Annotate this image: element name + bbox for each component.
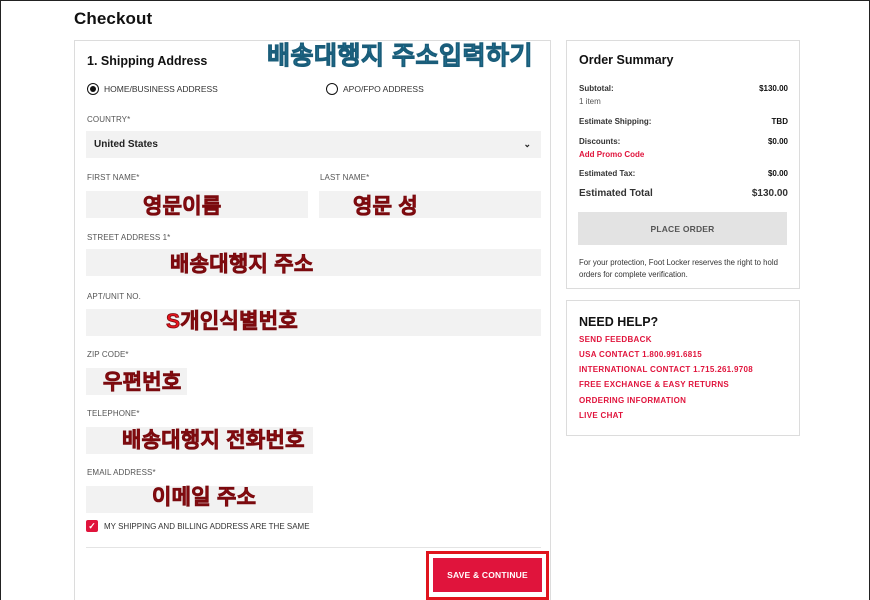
- estimated-total-row: Estimated Total $130.00: [579, 188, 788, 199]
- tax-value: $0.00: [767, 169, 788, 178]
- tax-row: Estimated Tax: $0.00: [579, 169, 788, 178]
- estimated-total-label: Estimated Total: [579, 188, 653, 199]
- subtotal-row: Subtotal: $130.00: [579, 84, 788, 93]
- discounts-row: Discounts: $0.00: [579, 137, 788, 146]
- email-label: EMAIL ADDRESS*: [87, 468, 156, 477]
- country-value: United States: [94, 139, 158, 150]
- street-address-annotation: 배송대행지 주소: [170, 253, 314, 277]
- discounts-value: $0.00: [767, 137, 788, 146]
- apt-unit-label: APT/UNIT NO.: [87, 292, 141, 301]
- order-summary-panel: [566, 40, 800, 289]
- zip-code-annotation: 우편번호: [103, 371, 182, 395]
- free-exchange-returns-link[interactable]: FREE EXCHANGE & EASY RETURNS: [579, 380, 729, 389]
- estimated-total-value: $130.00: [751, 188, 788, 199]
- page-title: Checkout: [74, 9, 153, 28]
- send-feedback-link[interactable]: SEND FEEDBACK: [579, 335, 652, 344]
- country-label: COUNTRY*: [87, 115, 131, 124]
- apt-unit-input[interactable]: [86, 309, 541, 336]
- place-order-button[interactable]: PLACE ORDER: [578, 212, 787, 245]
- overlay-instruction-title: 배송대행지 주소입력하기: [267, 42, 533, 71]
- international-contact-link[interactable]: INTERNATIONAL CONTACT 1.715.261.9708: [579, 365, 753, 374]
- first-name-label: FIRST NAME*: [87, 173, 140, 182]
- checkmark-icon[interactable]: ✓: [86, 520, 98, 532]
- shipping-section-title: 1. Shipping Address: [87, 54, 208, 68]
- radio-home-business[interactable]: HOME/BUSINESS ADDRESS: [87, 83, 218, 95]
- need-help-title: NEED HELP?: [579, 315, 659, 329]
- same-billing-label: MY SHIPPING AND BILLING ADDRESS ARE THE …: [104, 521, 310, 531]
- radio-apo-fpo-label: APO/FPO ADDRESS: [343, 84, 424, 94]
- add-promo-code-link[interactable]: Add Promo Code: [579, 150, 644, 159]
- first-name-annotation: 영문이름: [143, 195, 222, 219]
- last-name-label: LAST NAME*: [320, 173, 370, 182]
- shipping-estimate-value: TBD: [771, 117, 788, 126]
- same-billing-checkbox-row[interactable]: ✓ MY SHIPPING AND BILLING ADDRESS ARE TH…: [86, 520, 310, 532]
- telephone-annotation: 배송대행지 전화번호: [122, 429, 305, 453]
- ordering-information-link[interactable]: ORDERING INFORMATION: [579, 396, 686, 405]
- chevron-down-icon: ⌄: [523, 139, 531, 149]
- country-select[interactable]: United States ⌄: [86, 131, 541, 158]
- save-continue-button[interactable]: SAVE & CONTINUE: [433, 558, 542, 592]
- divider: [86, 547, 541, 548]
- last-name-annotation: 영문 성: [353, 195, 418, 219]
- radio-apo-fpo[interactable]: APO/FPO ADDRESS: [326, 83, 424, 95]
- apt-unit-annotation: S개인식별번호: [166, 310, 299, 334]
- zip-code-label: ZIP CODE*: [87, 350, 129, 359]
- telephone-label: TELEPHONE*: [87, 409, 140, 418]
- live-chat-link[interactable]: LIVE CHAT: [579, 411, 623, 420]
- shipping-estimate-row: Estimate Shipping: TBD: [579, 117, 788, 126]
- radio-unselected-icon: [326, 83, 338, 95]
- usa-contact-link[interactable]: USA CONTACT 1.800.991.6815: [579, 350, 702, 359]
- order-summary-title: Order Summary: [579, 53, 674, 67]
- verification-notice: For your protection, Foot Locker reserve…: [579, 258, 778, 279]
- email-annotation: 이메일 주소: [152, 486, 257, 510]
- street-address-label: STREET ADDRESS 1*: [87, 233, 171, 242]
- item-count: 1 item: [579, 97, 601, 106]
- shipping-estimate-label: Estimate Shipping:: [579, 117, 652, 126]
- radio-home-business-label: HOME/BUSINESS ADDRESS: [104, 84, 218, 94]
- tax-label: Estimated Tax:: [579, 169, 636, 178]
- radio-selected-icon: [87, 83, 99, 95]
- subtotal-value: $130.00: [759, 84, 788, 93]
- discounts-label: Discounts:: [579, 137, 621, 146]
- street-address-input[interactable]: [86, 249, 541, 276]
- subtotal-label: Subtotal:: [579, 84, 614, 93]
